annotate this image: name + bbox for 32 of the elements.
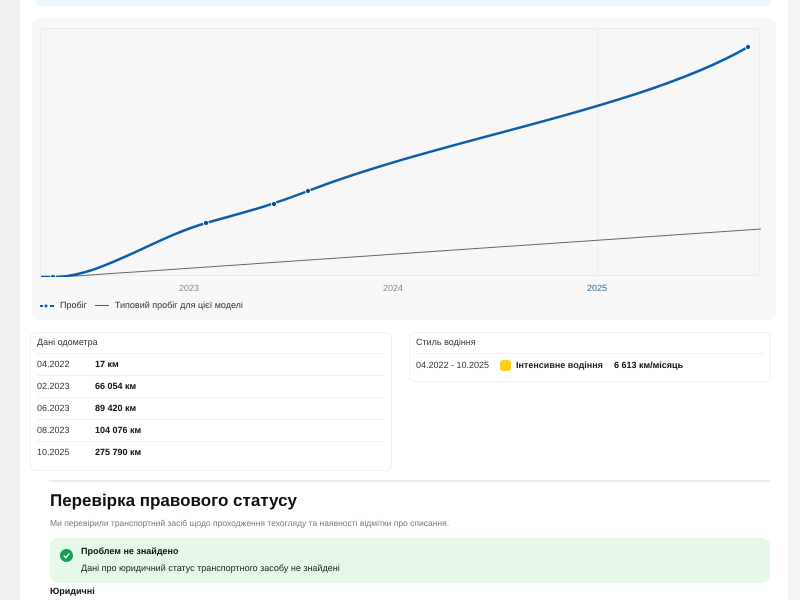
section-heading: Перевірка правового статусу: [50, 490, 298, 512]
date-cell-text: 04.2022: [37, 358, 71, 371]
mileage-cell-text: 66 054 км: [95, 380, 136, 393]
mileage-cell-text: 89 420 км: [95, 402, 136, 415]
mileage-cell-text: 17 км: [95, 358, 119, 371]
legend-label: Типовий пробіг для цієї моделі: [114, 299, 243, 312]
date-cell-text: 06.2023: [37, 402, 71, 415]
alert-title: Проблем не знайдено: [81, 544, 180, 558]
data-point: [271, 201, 277, 207]
mileage-cell-text: 275 790 км: [95, 446, 142, 460]
legend-dotted-line-icon: [40, 304, 54, 308]
section-description: Ми перевірили транспортний засіб щодо проходження техогляду та наявності відмітки про списання.: [50, 517, 450, 530]
style-cell-text: Інтенсивне водіння: [516, 358, 603, 372]
data-point: [745, 44, 751, 50]
card-title: Дані одометра: [37, 333, 385, 354]
mileage-cell-text: 104 076 км: [95, 424, 142, 437]
axis-label: 2024: [382, 282, 404, 295]
data-point: [305, 188, 311, 194]
alert-text: Дані про юридичний статус транспортного засобу не знайдені: [81, 562, 340, 576]
rate-cell-text: 6 613 км/місяць: [614, 358, 684, 372]
check-circle-icon: [60, 548, 73, 562]
period-cell-text: 04.2022 - 10.2025: [416, 358, 490, 372]
subsection-heading: Юридичні: [50, 586, 96, 597]
legend-line-icon: [94, 305, 109, 307]
data-point: [203, 220, 209, 226]
date-cell-text: 02.2023: [37, 380, 71, 393]
axis-label: 2023: [178, 282, 200, 295]
axis-label: 2025: [586, 282, 608, 295]
card-title: Стиль водіння: [416, 333, 764, 354]
legend-label: Пробіг: [60, 299, 87, 312]
date-cell-text: 10.2025: [37, 446, 71, 460]
date-cell-text: 08.2023: [37, 424, 71, 437]
